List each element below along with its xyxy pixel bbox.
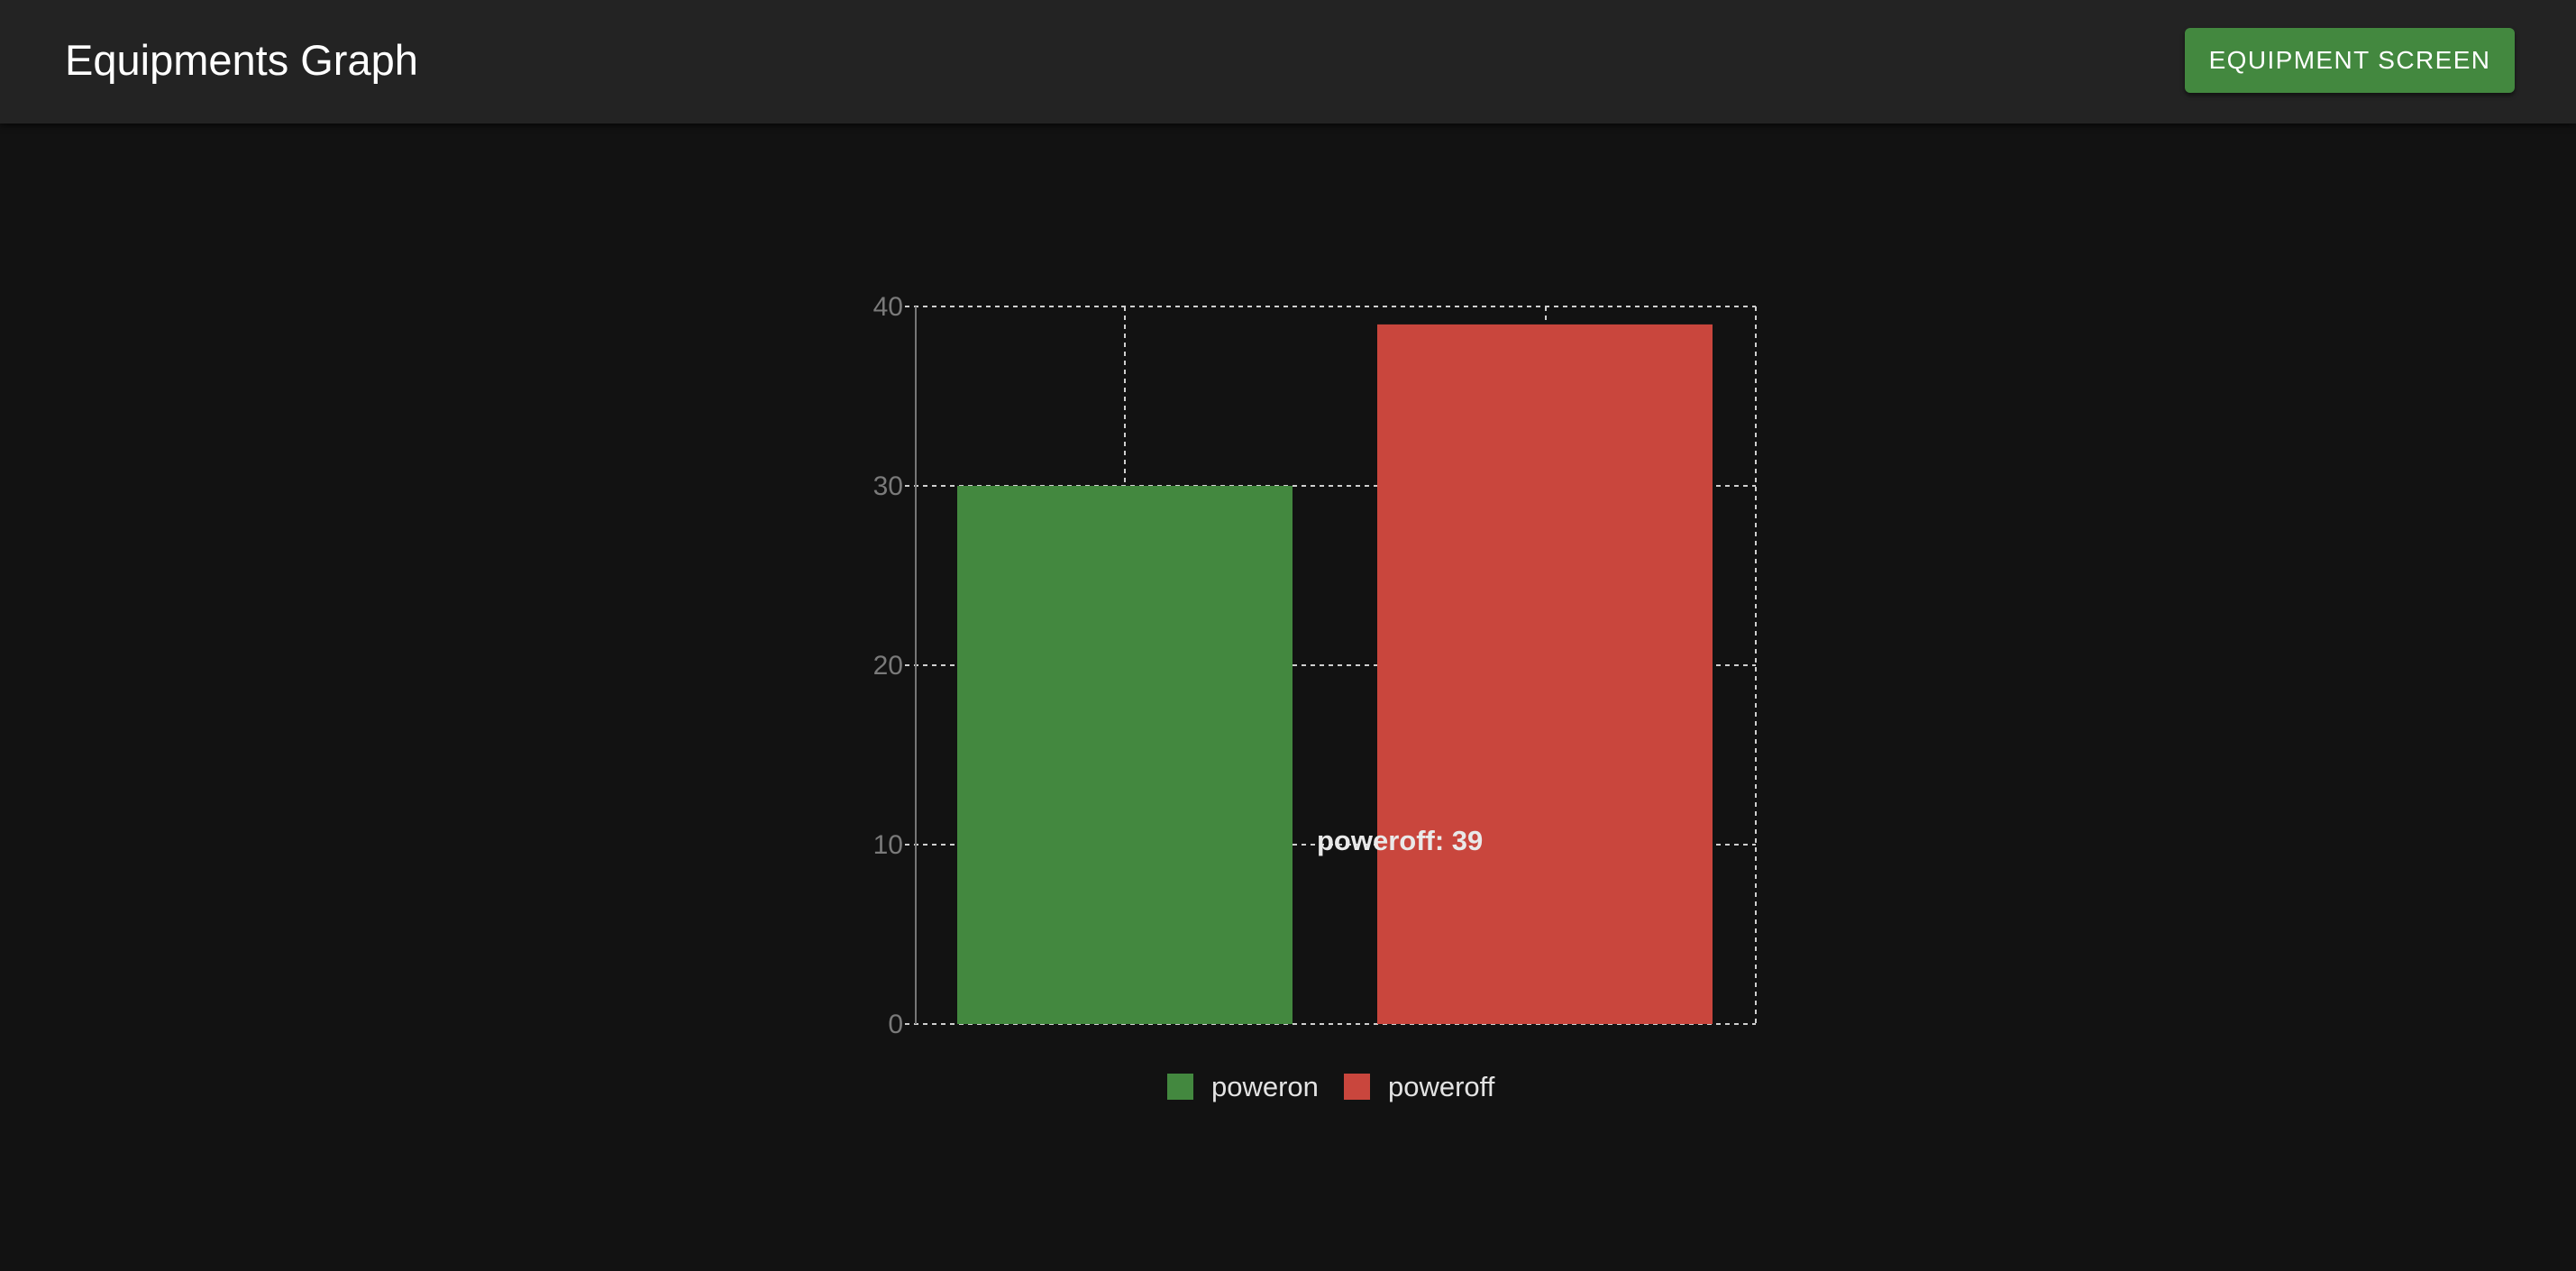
legend-swatch-poweron: [1167, 1074, 1193, 1100]
equipment-screen-button[interactable]: EQUIPMENT SCREEN: [2185, 28, 2515, 93]
y-tick-label: 30: [873, 471, 903, 501]
page-title: Equipments Graph: [65, 36, 418, 84]
app-bar: Equipments Graph EQUIPMENT SCREEN: [0, 0, 2576, 123]
y-tick-label: 0: [888, 1010, 903, 1039]
legend-swatch-poweroff: [1344, 1074, 1370, 1100]
bar-poweron: [957, 486, 1293, 1024]
chart-area: 0 10 20 30 40 poweroff: 39 poweron poweroff: [0, 123, 2576, 1271]
y-tick-label: 10: [873, 830, 903, 860]
legend-label-poweron: poweron: [1211, 1071, 1319, 1102]
tooltip-label: poweroff: 39: [1317, 825, 1483, 856]
bar-chart: 0 10 20 30 40 poweroff: 39 poweron poweroff: [873, 292, 1757, 1102]
legend-label-poweroff: poweroff: [1388, 1071, 1495, 1102]
y-tick-label: 20: [873, 651, 903, 681]
bar-poweroff: [1377, 324, 1713, 1024]
y-tick-label: 40: [873, 292, 903, 322]
